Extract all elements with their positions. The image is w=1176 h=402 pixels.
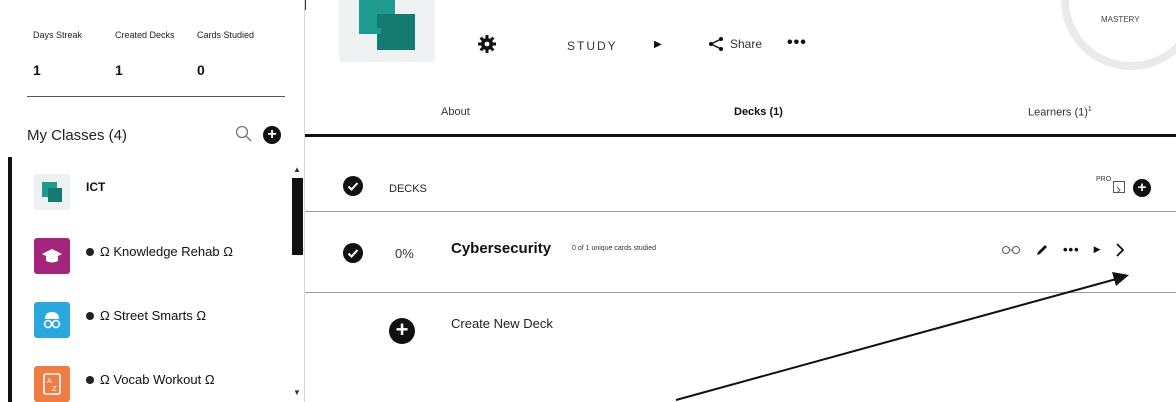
deck-row[interactable]: 0% Cybersecurity 0 of 1 unique cards stu… (305, 213, 1176, 293)
search-icon[interactable] (235, 125, 253, 143)
stat-cards-studied: Cards Studied 0 (197, 30, 279, 78)
create-new-deck-link[interactable]: Create New Deck (451, 316, 553, 331)
arrow-right-icon (1116, 186, 1121, 194)
pro-badge: PRO (1096, 176, 1112, 183)
add-class-button[interactable]: + (263, 126, 281, 144)
import-icon[interactable] (1113, 181, 1125, 194)
play-icon[interactable]: ▶ (1094, 244, 1101, 255)
stat-label: Cards Studied (197, 30, 255, 40)
my-classes-heading: My Classes (4) (27, 127, 128, 144)
add-deck-button[interactable]: + (1133, 179, 1151, 197)
more-options-icon[interactable]: ••• (787, 34, 807, 52)
share-label: Share (730, 37, 763, 51)
brain-glasses-icon (43, 312, 61, 329)
tab-learners[interactable]: Learners (1)1 (1028, 106, 1092, 119)
decks-header-row: DECKS PRO + (305, 168, 1176, 212)
status-dot (86, 247, 94, 256)
main-panel: STUDY ▶ Share ••• MASTERY About Decks (1… (305, 0, 1176, 402)
stat-label: Days Streak (33, 30, 83, 40)
class-name: Ω Vocab Workout Ω (100, 372, 215, 387)
check-icon (347, 249, 359, 258)
class-item-knowledge-rehab[interactable]: Ω Knowledge Rehab Ω (34, 238, 233, 274)
tab-underline (305, 134, 1176, 137)
chevron-right-icon[interactable] (1115, 242, 1125, 257)
tab-learners-sup: 1 (1087, 106, 1092, 113)
class-logo (339, 0, 435, 62)
deck-progress-text: 0 of 1 unique cards studied (572, 245, 657, 252)
tab-about[interactable]: About (441, 106, 470, 118)
deck-actions: ••• ▶ (1001, 242, 1139, 257)
class-thumbnail (34, 238, 70, 274)
graduation-cap-icon (42, 249, 62, 263)
class-name-wrap: Ω Street Smarts Ω (86, 308, 206, 323)
class-name-wrap: Ω Vocab Workout Ω (86, 372, 215, 387)
play-icon[interactable]: ▶ (654, 39, 662, 50)
deck-mastery-percent: 0% (395, 246, 414, 261)
stat-value: 1 (33, 62, 41, 78)
class-name-wrap: Ω Knowledge Rehab Ω (86, 244, 233, 259)
stat-value: 0 (197, 62, 205, 78)
class-name: ICT (86, 180, 106, 194)
class-item-vocab-workout[interactable]: A Z Ω Vocab Workout Ω (34, 366, 215, 402)
a-to-z-icon: A Z (43, 373, 61, 395)
class-thumbnail (34, 174, 70, 210)
class-name: Ω Knowledge Rehab Ω (100, 244, 233, 259)
study-button[interactable]: STUDY (567, 39, 618, 53)
share-button[interactable]: Share (708, 36, 762, 52)
status-dot (86, 311, 94, 320)
status-dot (86, 375, 94, 384)
preview-glasses-icon[interactable] (1001, 245, 1021, 255)
gear-icon[interactable] (477, 34, 497, 54)
tab-learners-label: Learners (1) (1028, 106, 1088, 119)
stacked-squares-icon (42, 182, 62, 202)
mastery-ring (1061, 0, 1176, 70)
create-deck-button[interactable]: + (389, 318, 415, 344)
scroll-down-arrow-icon[interactable]: ▼ (293, 388, 301, 397)
edit-pencil-icon[interactable] (1035, 243, 1049, 257)
stat-label: Created Decks (115, 30, 175, 40)
scroll-up-arrow-icon[interactable]: ▲ (293, 165, 301, 174)
stacked-squares-icon (359, 0, 415, 50)
check-icon (347, 182, 359, 191)
tab-decks[interactable]: Decks (1) (734, 106, 783, 118)
deck-checkbox[interactable] (343, 243, 363, 263)
mastery-label: MASTERY (1101, 15, 1140, 24)
deck-name[interactable]: Cybersecurity (451, 240, 551, 257)
class-list-accent (8, 157, 12, 402)
divider (305, 0, 306, 10)
stat-created-decks: Created Decks 1 (115, 30, 197, 78)
share-icon (709, 37, 723, 51)
stats-panel: Days Streak 1 Created Decks 1 Cards Stud… (33, 30, 279, 78)
svg-text:Z: Z (52, 385, 57, 393)
decks-label: DECKS (389, 183, 427, 195)
class-thumbnail (34, 302, 70, 338)
sidebar: Days Streak 1 Created Decks 1 Cards Stud… (0, 0, 305, 402)
class-name: Ω Street Smarts Ω (100, 308, 207, 323)
divider (27, 96, 285, 97)
stat-days-streak: Days Streak 1 (33, 30, 115, 78)
stat-value: 1 (115, 62, 123, 78)
more-options-icon[interactable]: ••• (1063, 242, 1080, 257)
scrollbar-thumb[interactable] (292, 178, 303, 255)
class-thumbnail: A Z (34, 366, 70, 402)
select-all-checkbox[interactable] (343, 176, 363, 196)
svg-text:A: A (47, 377, 52, 385)
class-item-street-smarts[interactable]: Ω Street Smarts Ω (34, 302, 206, 338)
class-item-ict[interactable]: ICT (34, 174, 105, 210)
